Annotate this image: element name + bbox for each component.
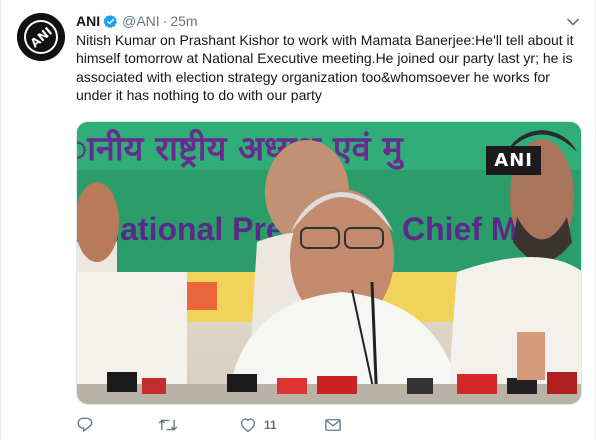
reply-icon <box>77 417 93 432</box>
banner-english-text-2: Chief M <box>402 211 518 247</box>
verified-badge-icon <box>103 14 118 29</box>
ani-logo-icon: ANI <box>17 13 65 61</box>
author-name[interactable]: ANI <box>76 13 100 29</box>
retweet-icon <box>158 419 178 431</box>
like-count: 11 <box>264 418 277 432</box>
like-button[interactable]: 11 <box>239 416 277 434</box>
tweet-card[interactable]: ANI ANI @ANI · 25m Nitish Kumar on Prash… <box>0 0 596 440</box>
avatar[interactable]: ANI <box>17 13 65 61</box>
tweet-header: ANI @ANI · 25m <box>76 12 198 30</box>
chevron-down-icon[interactable] <box>565 14 581 30</box>
retweet-button[interactable] <box>158 416 178 434</box>
heart-icon <box>240 418 256 433</box>
banner-hindi-text: ानीय राष्ट्रीय अध्यक्ष एवं मु <box>77 128 405 170</box>
tweet-timestamp[interactable]: 25m <box>170 13 197 29</box>
envelope-icon <box>325 419 341 431</box>
reply-button[interactable] <box>76 416 94 434</box>
tweet-text: Nitish Kumar on Prashant Kishor to work … <box>76 32 574 104</box>
separator-dot: · <box>162 13 168 29</box>
tweet-media-image[interactable]: ानीय राष्ट्रीय अध्यक्ष एवं मु National P… <box>76 121 582 405</box>
direct-message-button[interactable] <box>324 416 342 434</box>
author-handle[interactable]: @ANI <box>122 13 160 29</box>
video-watermark: ANI <box>486 146 541 175</box>
